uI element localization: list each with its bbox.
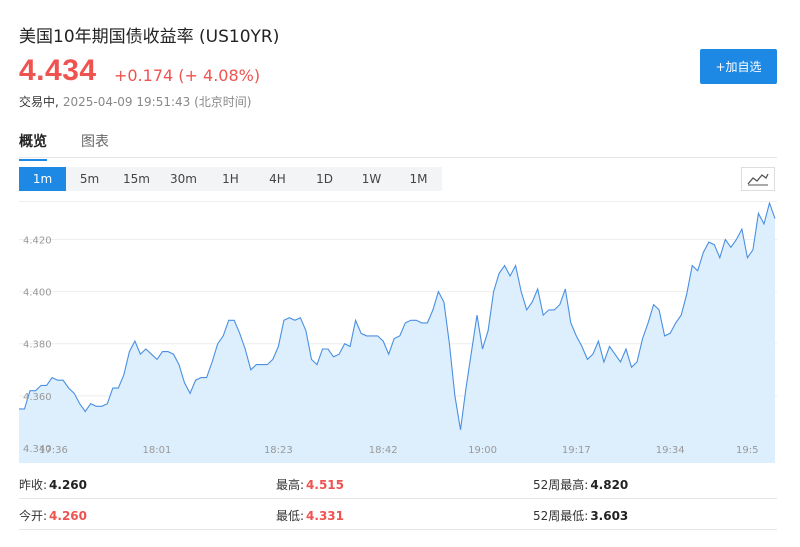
- interval-1h-button[interactable]: 1H: [207, 167, 254, 191]
- x-tick-label: 18:42: [369, 445, 398, 456]
- interval-5m-button[interactable]: 5m: [66, 167, 113, 191]
- timestamp: 2025-04-09 19:51:43 (北京时间): [62, 95, 252, 109]
- interval-1m-button[interactable]: 1m: [19, 167, 66, 191]
- instrument-title: 美国10年期国债收益率 (US10YR): [19, 27, 280, 47]
- x-tick-label: 19:17: [562, 445, 591, 456]
- y-tick-label: 4.380: [23, 340, 52, 351]
- interval-1d-button[interactable]: 1D: [301, 167, 348, 191]
- stat-label: 最高:: [276, 478, 305, 492]
- stat-prev-close: 昨收: 4.260: [19, 476, 87, 493]
- stat-high: 最高: 4.515: [276, 476, 344, 493]
- interval-15m-button[interactable]: 15m: [113, 167, 160, 191]
- stats-row: 今开: 4.260 最低: 4.331 52周最低: 3.603: [19, 501, 777, 530]
- y-tick-label: 4.420: [23, 235, 52, 246]
- interval-1w-button[interactable]: 1W: [348, 167, 395, 191]
- x-tick-label: 19:5: [736, 445, 758, 456]
- stat-label: 52周最低:: [533, 509, 589, 523]
- area-fill: [19, 203, 775, 463]
- status-label: 交易中,: [19, 95, 59, 109]
- current-price: 4.434: [19, 54, 97, 87]
- stat-label: 52周最高:: [533, 478, 589, 492]
- stat-value: 4.260: [49, 509, 88, 523]
- stat-value: 4.515: [306, 478, 345, 492]
- stat-value: 4.260: [49, 478, 88, 492]
- x-tick-label: 19:00: [468, 445, 497, 456]
- tab-overview[interactable]: 概览: [19, 131, 47, 161]
- interval-30m-button[interactable]: 30m: [160, 167, 207, 191]
- stat-value: 3.603: [590, 509, 629, 523]
- stat-value: 4.820: [590, 478, 629, 492]
- stat-label: 最低:: [276, 509, 305, 523]
- price-change: +0.174 (+ 4.08%): [114, 66, 261, 85]
- stat-52wk-high: 52周最高: 4.820: [533, 476, 628, 493]
- y-tick-label: 4.360: [23, 392, 52, 403]
- x-tick-label: 18:23: [264, 445, 293, 456]
- tab-bar: 概览 图表: [19, 128, 777, 161]
- stat-low: 最低: 4.331: [276, 507, 344, 524]
- stat-value: 4.331: [306, 509, 345, 523]
- line-chart-icon: [747, 173, 769, 186]
- y-tick-label: 4.400: [23, 288, 52, 299]
- stat-open: 今开: 4.260: [19, 507, 87, 524]
- add-to-watchlist-button[interactable]: +加自选: [700, 49, 777, 84]
- tab-chart[interactable]: 图表: [81, 131, 109, 159]
- yield-chart[interactable]: 4.3404.3604.3804.4004.42017:36 18:01 18:23…: [19, 201, 777, 463]
- stats-row: 昨收: 4.260 最高: 4.515 52周最高: 4.820: [19, 470, 777, 499]
- chart-type-toggle[interactable]: [741, 167, 775, 191]
- trading-status: 交易中, 2025-04-09 19:51:43 (北京时间): [19, 93, 251, 110]
- interval-selector: 1m 5m 15m 30m 1H 4H 1D 1W 1M: [19, 167, 442, 191]
- stat-label: 今开:: [19, 509, 48, 523]
- x-tick-label: 19:34: [656, 445, 685, 456]
- x-tick-label: 17:36: [39, 445, 68, 456]
- x-tick-label: 18:01: [143, 445, 172, 456]
- interval-1mo-button[interactable]: 1M: [395, 167, 442, 191]
- interval-4h-button[interactable]: 4H: [254, 167, 301, 191]
- stat-label: 昨收:: [19, 478, 48, 492]
- stat-52wk-low: 52周最低: 3.603: [533, 507, 628, 524]
